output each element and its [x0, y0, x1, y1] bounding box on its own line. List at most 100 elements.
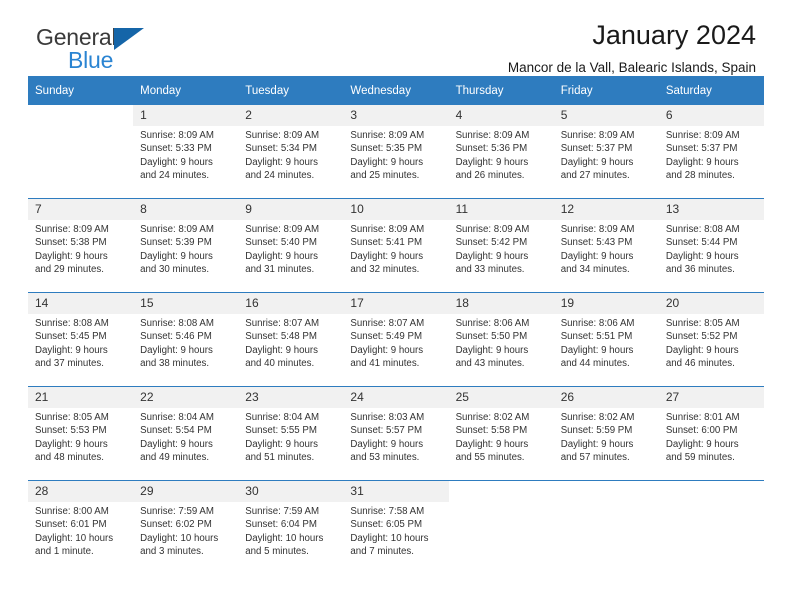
daylight-text-line1: Daylight: 9 hours	[350, 438, 424, 450]
day-cell-empty	[553, 502, 659, 574]
sunrise-text: Sunrise: 8:06 AM	[560, 318, 635, 329]
day-number[interactable]: 8	[133, 199, 239, 220]
sunset-text: Sunset: 5:50 PM	[455, 331, 528, 343]
daylight-text-line1: Daylight: 9 hours	[560, 250, 634, 262]
sunrise-text: Sunrise: 8:04 AM	[140, 412, 214, 423]
day-details: Sunrise: 8:06 AM Sunset: 5:50 PM Daylight:…	[448, 314, 554, 386]
day-details: Sunrise: 8:09 AM Sunset: 5:41 PM Daylight:…	[343, 220, 449, 292]
daylight-text-line2: and 55 minutes.	[455, 451, 525, 463]
sunrise-text: Sunrise: 8:08 AM	[35, 318, 109, 329]
sunset-text: Sunset: 5:55 PM	[245, 425, 317, 437]
title-block: January 2024 Mancor de la Vall, Balearic…	[508, 20, 756, 75]
day-number[interactable]: 17	[343, 293, 449, 314]
day-number[interactable]: 31	[343, 481, 449, 502]
sunset-text: Sunset: 5:51 PM	[560, 331, 633, 343]
day-cell-empty	[553, 481, 659, 502]
daylight-text-line1: Daylight: 9 hours	[665, 344, 739, 356]
day-number[interactable]: 2	[238, 105, 344, 126]
sunrise-text: Sunrise: 8:09 AM	[140, 130, 214, 141]
day-number[interactable]: 26	[553, 387, 659, 408]
sunset-text: Sunset: 5:33 PM	[140, 143, 212, 155]
daylight-text-line2: and 30 minutes.	[140, 263, 210, 275]
day-number[interactable]: 16	[238, 293, 344, 314]
sunset-text: Sunset: 5:46 PM	[140, 331, 212, 343]
sunrise-text: Sunrise: 8:01 AM	[665, 412, 740, 423]
day-number[interactable]: 28	[28, 481, 134, 502]
day-detail-row: Sunrise: 8:09 AM Sunset: 5:33 PM Daylight:…	[28, 126, 764, 198]
sunset-text: Sunset: 5:53 PM	[35, 425, 107, 437]
calendar-table: Sunday Monday Tuesday Wednesday Thursday…	[28, 76, 764, 574]
sunset-text: Sunset: 5:36 PM	[455, 143, 528, 155]
day-number[interactable]: 22	[133, 387, 239, 408]
sunset-text: Sunset: 5:43 PM	[560, 237, 633, 249]
day-details: Sunrise: 8:04 AM Sunset: 5:54 PM Daylight:…	[133, 408, 239, 480]
day-number[interactable]: 18	[448, 293, 554, 314]
day-number[interactable]: 1	[133, 105, 239, 126]
day-number[interactable]: 14	[28, 293, 134, 314]
daylight-text-line1: Daylight: 10 hours	[140, 532, 219, 544]
day-number[interactable]: 19	[553, 293, 659, 314]
day-details: Sunrise: 8:06 AM Sunset: 5:51 PM Daylight:…	[553, 314, 659, 386]
day-number[interactable]: 23	[238, 387, 344, 408]
day-details: Sunrise: 8:03 AM Sunset: 5:57 PM Daylight:…	[343, 408, 449, 480]
sunset-text: Sunset: 5:57 PM	[350, 425, 423, 437]
day-number[interactable]: 13	[658, 199, 764, 220]
day-number[interactable]: 4	[448, 105, 554, 126]
day-number[interactable]: 7	[28, 199, 134, 220]
day-number[interactable]: 27	[658, 387, 764, 408]
daylight-text-line1: Daylight: 9 hours	[245, 344, 318, 356]
day-details: Sunrise: 8:02 AM Sunset: 5:59 PM Daylight:…	[553, 408, 659, 480]
day-details: Sunrise: 8:07 AM Sunset: 5:49 PM Daylight:…	[343, 314, 449, 386]
day-number[interactable]: 20	[658, 293, 764, 314]
triangle-icon	[114, 28, 144, 50]
day-number[interactable]: 6	[658, 105, 764, 126]
day-number-row: 21 22 23 24 25 26 27	[28, 387, 764, 408]
day-number[interactable]: 21	[28, 387, 134, 408]
daylight-text-line2: and 33 minutes.	[455, 263, 525, 275]
daylight-text-line2: and 26 minutes.	[455, 169, 525, 181]
day-details: Sunrise: 8:09 AM Sunset: 5:43 PM Daylight:…	[553, 220, 659, 292]
sunset-text: Sunset: 5:37 PM	[560, 143, 633, 155]
day-details: Sunrise: 7:59 AM Sunset: 6:02 PM Daylight:…	[133, 502, 239, 574]
day-details: Sunrise: 8:09 AM Sunset: 5:37 PM Daylight:…	[553, 126, 659, 198]
sunrise-text: Sunrise: 8:09 AM	[560, 130, 635, 141]
calendar-body: 1 2 3 4 5 6 Sunrise: 8:09 AM Sunset: 5:33 PM Day…	[28, 105, 764, 574]
daylight-text-line1: Daylight: 9 hours	[560, 344, 634, 356]
sunrise-text: Sunrise: 8:08 AM	[140, 318, 214, 329]
daylight-text-line1: Daylight: 9 hours	[560, 438, 634, 450]
daylight-text-line1: Daylight: 9 hours	[35, 344, 108, 356]
sunrise-text: Sunrise: 8:02 AM	[455, 412, 530, 423]
sunset-text: Sunset: 5:58 PM	[455, 425, 528, 437]
day-details: Sunrise: 7:58 AM Sunset: 6:05 PM Daylight:…	[343, 502, 449, 574]
day-details: Sunrise: 8:08 AM Sunset: 5:44 PM Daylight:…	[658, 220, 764, 292]
daylight-text-line2: and 1 minute.	[35, 545, 94, 557]
day-number[interactable]: 11	[448, 199, 554, 220]
daylight-text-line1: Daylight: 9 hours	[350, 156, 424, 168]
daylight-text-line2: and 5 minutes.	[245, 545, 309, 557]
day-number[interactable]: 3	[343, 105, 449, 126]
day-number[interactable]: 29	[133, 481, 239, 502]
sunset-text: Sunset: 6:00 PM	[665, 425, 738, 437]
day-number[interactable]: 9	[238, 199, 344, 220]
sunset-text: Sunset: 5:39 PM	[140, 237, 212, 249]
day-number[interactable]: 10	[343, 199, 449, 220]
day-details: Sunrise: 8:09 AM Sunset: 5:39 PM Daylight:…	[133, 220, 239, 292]
daylight-text-line1: Daylight: 9 hours	[245, 156, 318, 168]
daylight-text-line2: and 36 minutes.	[665, 263, 735, 275]
sunrise-text: Sunrise: 8:08 AM	[665, 224, 740, 235]
daylight-text-line2: and 29 minutes.	[35, 263, 104, 275]
sunset-text: Sunset: 5:37 PM	[665, 143, 738, 155]
day-number[interactable]: 25	[448, 387, 554, 408]
day-number[interactable]: 30	[238, 481, 344, 502]
day-number[interactable]: 15	[133, 293, 239, 314]
day-details: Sunrise: 8:05 AM Sunset: 5:52 PM Daylight:…	[658, 314, 764, 386]
day-number-row: 123456	[28, 105, 764, 126]
day-number[interactable]: 24	[343, 387, 449, 408]
generalblue-logo[interactable]: General Blue	[36, 26, 144, 72]
day-number[interactable]: 5	[553, 105, 659, 126]
day-details: Sunrise: 7:59 AM Sunset: 6:04 PM Daylight:…	[238, 502, 344, 574]
sunset-text: Sunset: 5:42 PM	[455, 237, 528, 249]
day-number[interactable]: 12	[553, 199, 659, 220]
day-cell-empty	[28, 105, 134, 126]
daylight-text-line2: and 28 minutes.	[665, 169, 735, 181]
